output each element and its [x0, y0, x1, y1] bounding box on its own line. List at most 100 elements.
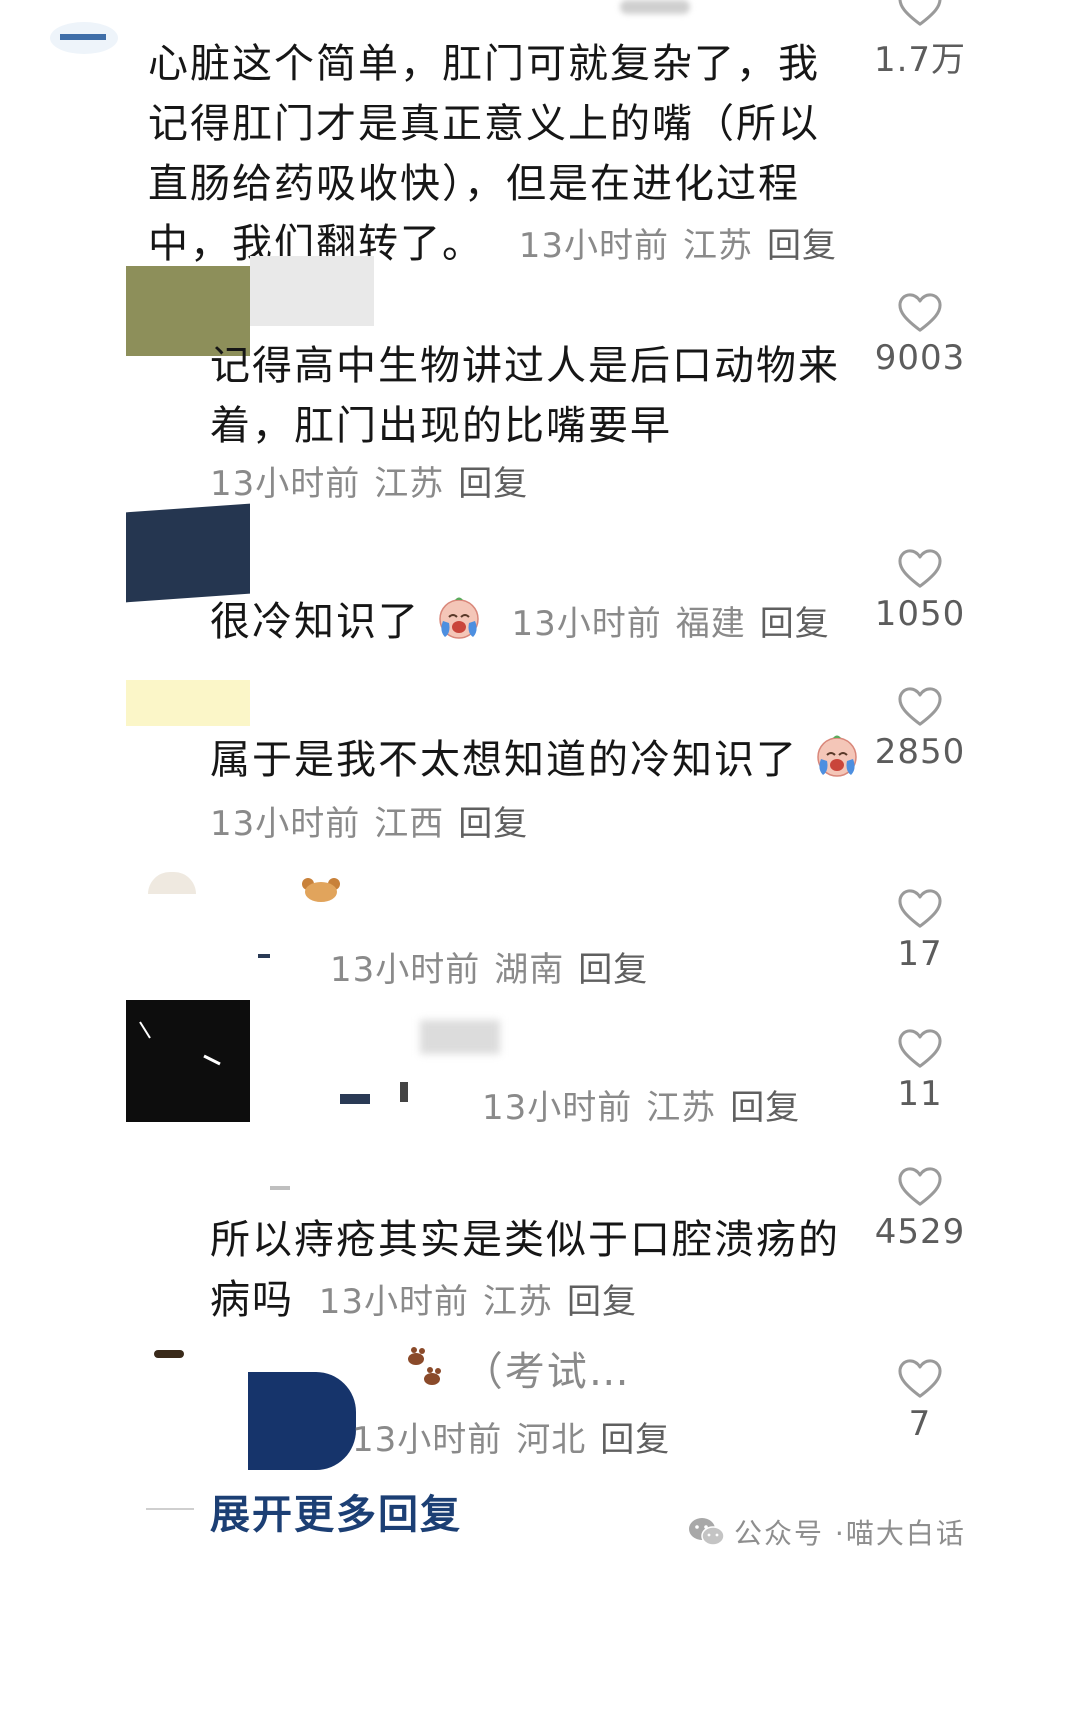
redacted-top-fragment	[620, 0, 690, 14]
comment-row: 属于是我不太想知道的冷知识了	[210, 730, 870, 790]
paw-prints-icon	[408, 1347, 441, 1385]
comment-row: 很冷知识了 13小时前 福建 回复	[210, 592, 860, 654]
watermark: 公众号 · 喵大白话	[688, 1512, 966, 1552]
heart-icon	[898, 293, 942, 332]
like-button[interactable]: 4529	[865, 1166, 975, 1252]
like-button[interactable]: 2850	[865, 686, 975, 772]
like-button[interactable]: 1050	[865, 548, 975, 634]
comment-meta: 13小时前 江苏 回复	[482, 1080, 800, 1129]
comment-time: 13小时前	[210, 804, 361, 844]
reply-button[interactable]: 回复	[458, 464, 528, 504]
redacted-fragment	[420, 1020, 500, 1054]
comment-meta: 13小时前 湖南 回复	[330, 942, 648, 991]
reply-button[interactable]: 回复	[760, 604, 830, 644]
comment-location: 福建	[675, 604, 746, 644]
comment-text: 属于是我不太想知道的冷知识了	[210, 737, 798, 783]
comment-line: 直肠给药吸收快），但是在进化过程	[148, 161, 800, 207]
comment-line: 所以痔疮其实是类似于口腔溃疡的	[210, 1217, 840, 1263]
watermark-prefix: 公众号 ·	[734, 1517, 846, 1550]
redacted-fragment	[340, 1094, 370, 1104]
comment-last-line: 病吗 13小时前 江苏 回复	[210, 1270, 870, 1332]
reply-button[interactable]: 回复	[767, 226, 837, 266]
comment-location: 湖南	[494, 950, 565, 990]
heart-icon	[898, 0, 942, 26]
avatar-image	[50, 22, 118, 54]
comment-meta: 13小时前 河北 回复	[352, 1412, 670, 1461]
comment-line: 着，肛门出现的比嘴要早	[210, 403, 672, 449]
comment-meta: 13小时前 江苏 回复	[210, 456, 528, 505]
comment-text: （考试…	[462, 1349, 631, 1395]
heart-icon	[898, 1167, 942, 1206]
comment-location: 江苏	[646, 1088, 717, 1128]
comment-time: 13小时前	[482, 1088, 633, 1128]
comment-time: 13小时前	[330, 950, 481, 990]
avatar-redacted-block	[250, 256, 374, 326]
heart-icon	[898, 687, 942, 726]
bear-sticker-icon	[302, 878, 340, 902]
reply-button[interactable]: 回复	[600, 1420, 670, 1460]
like-button[interactable]: 1.7万	[865, 0, 975, 81]
heart-icon	[898, 889, 942, 928]
comment-line: 病吗	[210, 1277, 294, 1323]
avatar[interactable]	[148, 872, 196, 894]
like-button[interactable]: 7	[865, 1358, 975, 1444]
like-count: 1.7万	[873, 40, 967, 80]
like-button[interactable]: 17	[865, 888, 975, 974]
avatar[interactable]	[126, 680, 250, 726]
comment-line: 心脏这个简单，肛门可就复杂了，我	[148, 41, 820, 87]
comment-meta: 13小时前 江苏 回复	[319, 1282, 637, 1322]
reply-button[interactable]: 回复	[578, 950, 648, 990]
avatar-redacted-block	[126, 680, 250, 726]
expand-divider	[146, 1508, 194, 1510]
expand-more-replies-button[interactable]: 展开更多回复	[210, 1482, 462, 1540]
like-count: 9003	[874, 338, 966, 378]
comment-location: 江西	[374, 804, 445, 844]
avatar-redacted-block	[126, 503, 250, 603]
reply-button[interactable]: 回复	[730, 1088, 800, 1128]
comment-location: 江苏	[482, 1282, 553, 1322]
comment-text: 记得高中生物讲过人是后口动物来 着，肛门出现的比嘴要早	[210, 336, 860, 456]
watermark-account: 喵大白话	[845, 1517, 966, 1550]
like-count: 17	[897, 934, 943, 974]
reply-button[interactable]: 回复	[567, 1282, 637, 1322]
heart-icon	[898, 1359, 942, 1398]
redacted-fragment	[270, 1186, 290, 1190]
like-count: 1050	[874, 594, 966, 634]
crying-laughing-emoji-icon	[816, 735, 857, 777]
comment-row: （考试…	[400, 1342, 631, 1402]
like-button[interactable]: 9003	[865, 292, 975, 378]
avatar-redacted-block	[148, 872, 196, 894]
comment-text: 很冷知识了	[210, 599, 420, 645]
comment-meta: 13小时前 江西 回复	[210, 796, 528, 845]
comment-time: 13小时前	[352, 1420, 503, 1460]
redacted-fragment	[258, 954, 270, 958]
comment-time: 13小时前	[210, 464, 361, 504]
like-count: 4529	[874, 1212, 966, 1252]
wechat-icon	[689, 1518, 725, 1546]
avatar[interactable]	[154, 1350, 184, 1360]
heart-icon	[898, 549, 942, 588]
crying-laughing-emoji-icon	[438, 597, 479, 639]
like-button[interactable]: 11	[865, 1028, 975, 1114]
comment-line: 记得肛门才是真正意义上的嘴（所以	[148, 101, 820, 147]
avatar[interactable]	[126, 1000, 250, 1122]
avatar[interactable]	[126, 503, 250, 603]
heart-icon	[898, 1029, 942, 1068]
comment-time: 13小时前	[518, 226, 669, 266]
avatar[interactable]	[48, 20, 120, 56]
redacted-block	[248, 1372, 356, 1470]
comment-line: 记得高中生物讲过人是后口动物来	[210, 343, 840, 389]
comment-location: 河北	[516, 1420, 587, 1460]
comment-time: 13小时前	[511, 604, 662, 644]
comment-meta: 13小时前 江苏 回复	[519, 226, 837, 266]
comment-text: 心脏这个简单，肛门可就复杂了，我 记得肛门才是真正意义上的嘴（所以 直肠给药吸收…	[148, 34, 848, 276]
comment-text: 所以痔疮其实是类似于口腔溃疡的 病吗 13小时前 江苏 回复	[210, 1210, 870, 1332]
comment-meta: 13小时前 福建 回复	[511, 604, 829, 644]
comment-location: 江苏	[374, 464, 445, 504]
avatar-redacted-block	[154, 1350, 184, 1358]
like-count: 11	[897, 1074, 943, 1114]
comment-location: 江苏	[682, 226, 753, 266]
reply-button[interactable]: 回复	[458, 804, 528, 844]
avatar-image	[126, 1000, 250, 1122]
comment-time: 13小时前	[318, 1282, 469, 1322]
